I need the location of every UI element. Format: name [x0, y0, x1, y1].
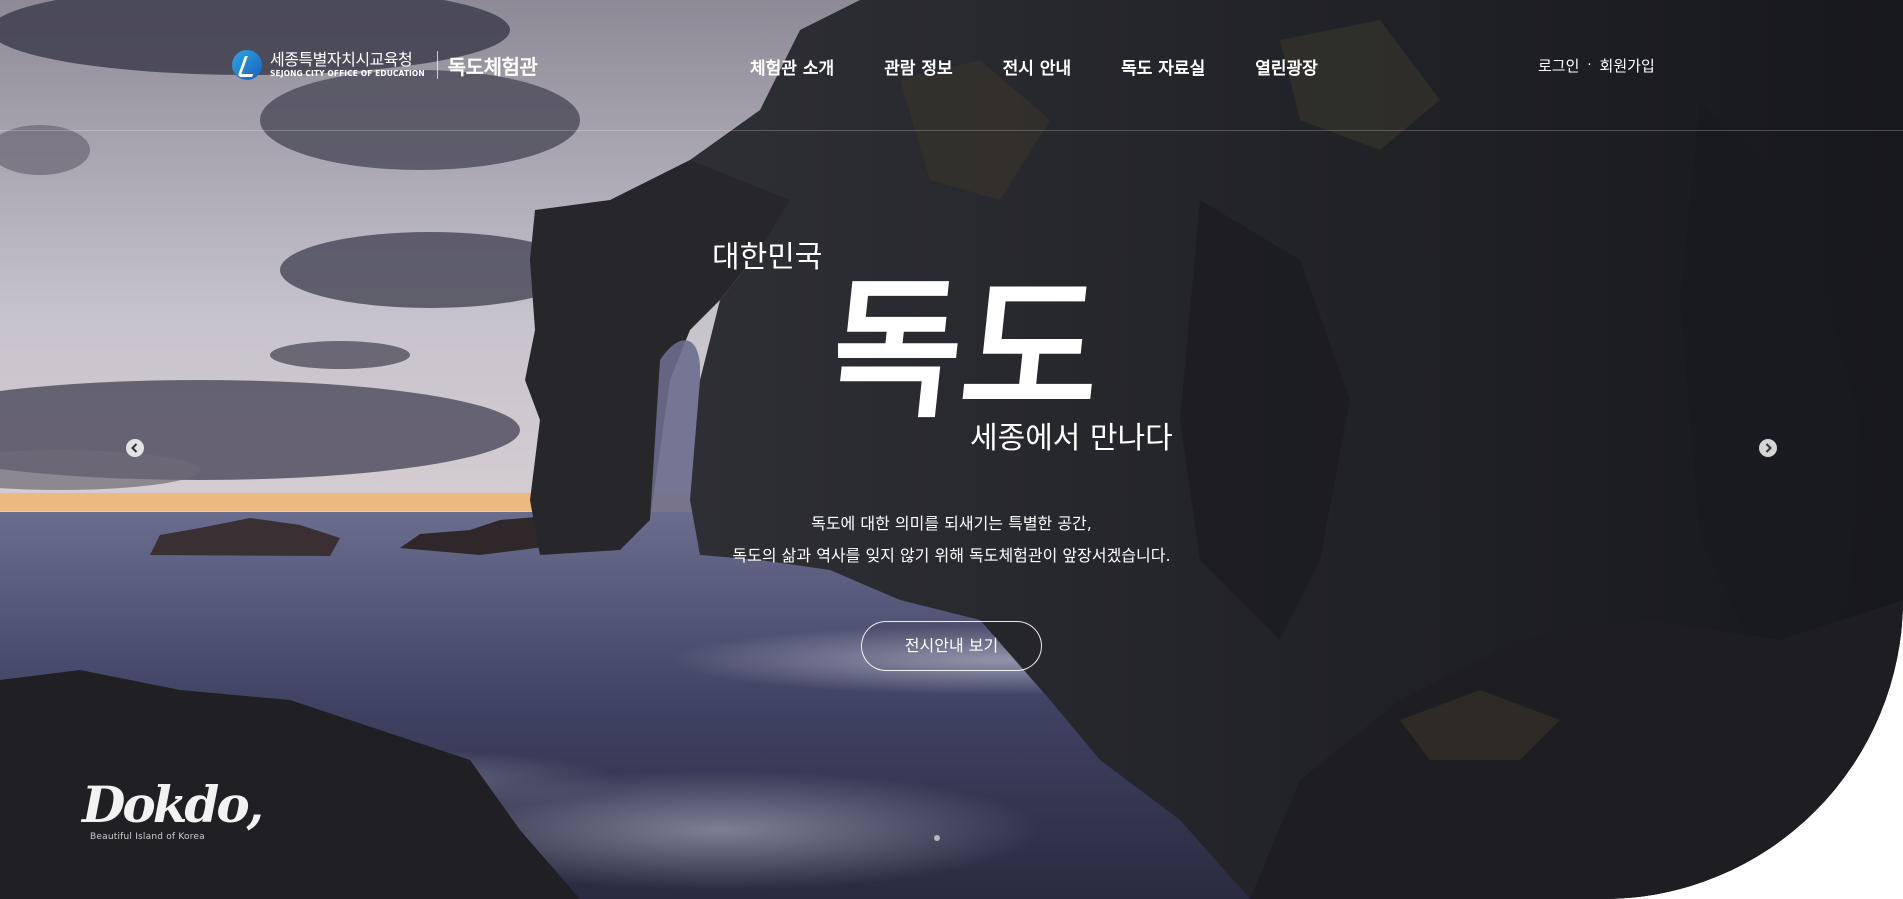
site-header: 세종특별자치시교육청 SEJONG CITY OFFICE OF EDUCATI… [0, 0, 1903, 131]
nav-item-open-square[interactable]: 열린광장 [1255, 54, 1318, 79]
visual-title-text: 독도 [838, 262, 1098, 438]
nav-item-intro[interactable]: 체험관 소개 [750, 54, 834, 79]
logo-site-name: 독도체험관 [447, 54, 538, 79]
chevron-left-icon [131, 443, 138, 453]
logo-org: 세종특별자치시교육청 SEJONG CITY OFFICE OF EDUCATI… [270, 51, 425, 79]
slider-next-button[interactable] [1759, 439, 1777, 457]
visual-line-bottom: 세종에서 만나다 [970, 421, 1173, 456]
signup-link[interactable]: 회원가입 [1600, 55, 1655, 76]
visual-desc-line2: 독도의 삶과 역사를 잊지 않기 위해 독도체험관이 앞장서겠습니다. [732, 546, 1171, 565]
chevron-right-icon [1765, 443, 1772, 453]
exhibition-guide-button[interactable]: 전시안내 보기 [861, 621, 1042, 671]
sejong-emblem-icon [232, 50, 262, 80]
site-logo[interactable]: 세종특별자치시교육청 SEJONG CITY OFFICE OF EDUCATI… [232, 48, 538, 82]
login-link[interactable]: 로그인 [1538, 55, 1579, 76]
logo-org-name: 세종특별자치시교육청 [270, 50, 413, 69]
hero-visual: 세종특별자치시교육청 SEJONG CITY OFFICE OF EDUCATI… [0, 0, 1903, 899]
nav-item-archive[interactable]: 독도 자료실 [1121, 54, 1205, 79]
dokdo-brand-logo: Dokdo, Beautiful Island of Korea [82, 775, 264, 843]
util-separator: · [1587, 58, 1592, 73]
main-nav: 체험관 소개 관람 정보 전시 안내 독도 자료실 열린광장 [750, 54, 1368, 79]
slider-prev-button[interactable] [126, 439, 144, 457]
logo-org-name-en: SEJONG CITY OFFICE OF EDUCATION [270, 69, 425, 78]
nav-item-visit-info[interactable]: 관람 정보 [884, 54, 952, 79]
slider-dot[interactable] [934, 835, 940, 841]
visual-line-top: 대한민국 [712, 240, 823, 275]
nav-item-exhibition[interactable]: 전시 안내 [1003, 54, 1071, 79]
slider-pagination [934, 835, 940, 841]
logo-divider [436, 51, 438, 79]
brand-word: Dokdo, [82, 775, 264, 834]
visual-desc-line1: 독도에 대한 의미를 되새기는 특별한 공간, [811, 514, 1092, 533]
util-menu: 로그인 · 회원가입 [1538, 55, 1655, 76]
